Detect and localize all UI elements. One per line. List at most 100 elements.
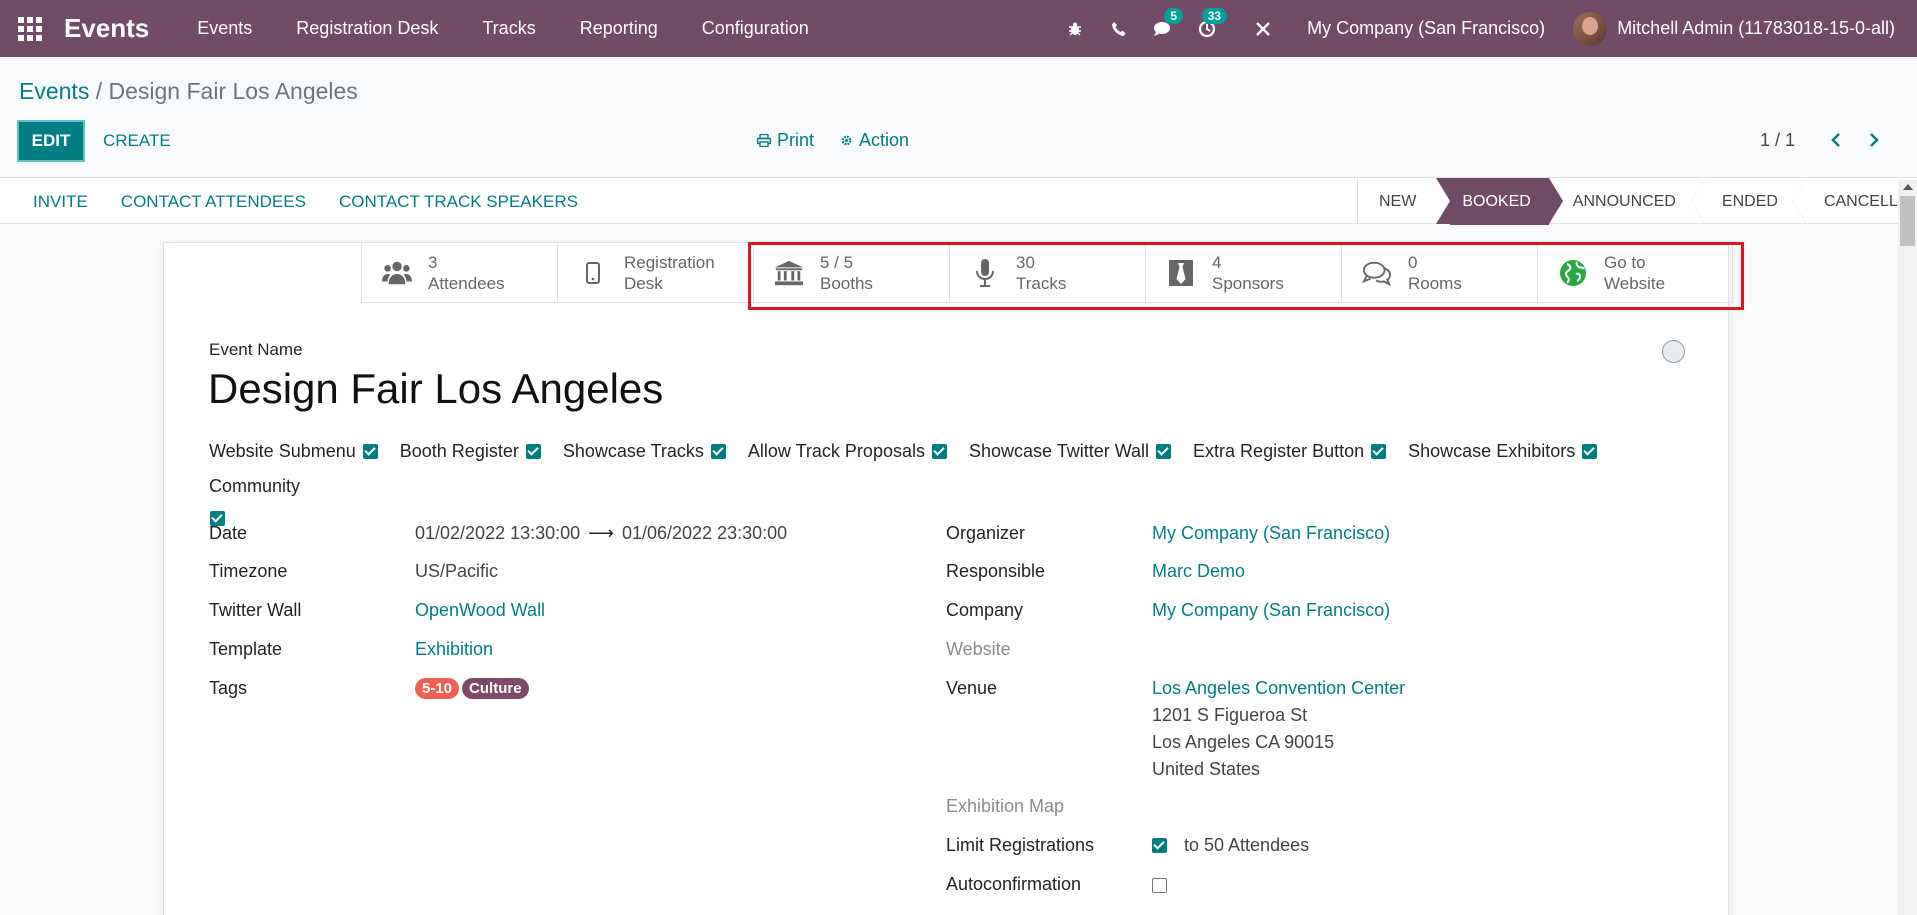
form-statusbar: INVITE CONTACT ATTENDEES CONTACT TRACK S… xyxy=(0,177,1917,225)
company-link[interactable]: My Company (San Francisco) xyxy=(1152,600,1390,621)
booths-smart-button[interactable]: 5 / 5 Booths xyxy=(753,243,949,303)
twitter-wall-link[interactable]: OpenWood Wall xyxy=(415,600,545,621)
contact-track-speakers-button[interactable]: CONTACT TRACK SPEAKERS xyxy=(322,192,594,212)
responsible-label: Responsible xyxy=(946,561,1046,581)
organizer-label: Organizer xyxy=(946,523,1026,543)
timezone-value[interactable]: US/Pacific xyxy=(415,561,498,582)
pager-next-button[interactable] xyxy=(1862,126,1886,154)
checkbox-showcase-exhibitors[interactable] xyxy=(1582,444,1598,459)
limit-registrations-text[interactable]: to 50 Attendees xyxy=(1184,835,1309,856)
messages-icon[interactable]: 5 xyxy=(1141,0,1185,57)
autoconfirmation-checkbox[interactable] xyxy=(1152,878,1167,893)
stage-ended[interactable]: ENDED xyxy=(1692,178,1794,225)
checkbox-website-submenu[interactable] xyxy=(362,444,378,459)
activities-icon[interactable]: 33 xyxy=(1185,0,1229,57)
pager-previous-button[interactable] xyxy=(1824,126,1848,154)
breadcrumb: Events / Design Fair Los Angeles xyxy=(19,78,358,105)
template-label: Template xyxy=(209,639,283,659)
apps-menu-icon[interactable] xyxy=(18,16,42,41)
tracks-label: Tracks xyxy=(1016,274,1067,293)
bank-icon xyxy=(774,257,804,289)
registration-desk-line2: Desk xyxy=(624,274,663,293)
debug-tools-icon[interactable] xyxy=(1241,0,1285,57)
user-name: Mitchell Admin (11783018-15-0-all) xyxy=(1617,18,1895,38)
checkbox-showcase-tracks[interactable] xyxy=(710,444,726,459)
checkbox-booth-register[interactable] xyxy=(525,444,541,459)
organizer-link[interactable]: My Company (San Francisco) xyxy=(1152,523,1390,544)
template-link[interactable]: Exhibition xyxy=(415,639,493,660)
tags-list: 5-10 Culture xyxy=(415,677,532,699)
rooms-label: Rooms xyxy=(1408,274,1462,293)
limit-registrations-checkbox[interactable] xyxy=(1152,838,1167,853)
attendees-smart-button[interactable]: 3 Attendees xyxy=(361,243,557,303)
checkbox-extra-register-button[interactable] xyxy=(1371,444,1387,459)
tag-badge[interactable]: 5-10 xyxy=(415,678,460,699)
breadcrumb-separator: / xyxy=(89,78,109,104)
responsible-link[interactable]: Marc Demo xyxy=(1152,561,1245,582)
flag-booth-register: Booth Register xyxy=(400,441,541,462)
breadcrumb-events[interactable]: Events xyxy=(19,78,89,104)
scroll-thumb[interactable] xyxy=(1900,196,1915,246)
contact-attendees-button[interactable]: CONTACT ATTENDEES xyxy=(104,192,322,212)
top-navbar: Events Events Registration Desk Tracks R… xyxy=(0,0,1917,57)
venue-link[interactable]: Los Angeles Convention Center xyxy=(1152,678,1405,699)
user-menu[interactable]: Mitchell Admin (11783018-15-0-all) xyxy=(1573,11,1917,46)
flag-label: Showcase Twitter Wall xyxy=(968,441,1150,461)
menu-tracks[interactable]: Tracks xyxy=(460,18,557,39)
action-button[interactable]: Action xyxy=(840,130,909,151)
checkbox-allow-track-proposals[interactable] xyxy=(931,444,947,459)
avatar xyxy=(1573,11,1608,46)
go-to-website-smart-button[interactable]: Go to Website xyxy=(1537,243,1733,303)
event-name-label: Event Name xyxy=(209,340,303,359)
limit-registrations-label: Limit Registrations xyxy=(946,835,1095,855)
stage-pipeline: NEW BOOKED ANNOUNCED ENDED CANCELLED xyxy=(1357,178,1917,225)
print-button[interactable]: Print xyxy=(757,130,814,151)
invite-button[interactable]: INVITE xyxy=(0,192,104,212)
checkbox-showcase-twitter-wall[interactable] xyxy=(1156,444,1172,459)
sponsors-smart-button[interactable]: 4 Sponsors xyxy=(1145,243,1341,303)
users-icon xyxy=(382,257,412,289)
stage-announced[interactable]: ANNOUNCED xyxy=(1563,178,1692,225)
registration-desk-smart-button[interactable]: Registration Desk xyxy=(557,243,753,303)
tag-badge[interactable]: Culture xyxy=(462,678,529,699)
sponsors-count: 4 xyxy=(1212,253,1222,272)
company-switcher[interactable]: My Company (San Francisco) xyxy=(1285,18,1573,39)
stage-booked[interactable]: BOOKED xyxy=(1436,178,1564,225)
website-line1: Go to xyxy=(1604,253,1646,272)
timezone-label: Timezone xyxy=(209,561,288,581)
mobile-icon xyxy=(578,257,608,289)
bug-icon[interactable] xyxy=(1053,0,1097,57)
menu-reporting[interactable]: Reporting xyxy=(558,18,680,39)
booths-count: 5 / 5 xyxy=(820,253,854,272)
menu-events[interactable]: Events xyxy=(175,18,274,39)
messages-badge: 5 xyxy=(1164,8,1184,24)
flag-label: Extra Register Button xyxy=(1193,441,1365,461)
pager-value[interactable]: 1 / 1 xyxy=(1760,130,1795,151)
scroll-up-arrow[interactable] xyxy=(1903,184,1913,190)
edit-button[interactable]: EDIT xyxy=(17,120,85,162)
stage-new[interactable]: NEW xyxy=(1358,178,1436,225)
flag-allow-track-proposals: Allow Track Proposals xyxy=(748,441,947,462)
phone-icon[interactable] xyxy=(1097,0,1141,57)
date-start[interactable]: 01/02/2022 13:30:00 xyxy=(415,523,580,543)
tags-label: Tags xyxy=(209,678,248,698)
menu-registration-desk[interactable]: Registration Desk xyxy=(274,18,460,39)
create-button[interactable]: CREATE xyxy=(103,120,171,162)
form-sheet: 3 Attendees Registration Desk 5 / 5 Booths … xyxy=(163,242,1733,915)
menu-configuration[interactable]: Configuration xyxy=(680,18,831,39)
tracks-smart-button[interactable]: 30 Tracks xyxy=(949,243,1145,303)
company-label: Company xyxy=(946,600,1024,620)
globe-icon xyxy=(1558,257,1588,289)
date-end[interactable]: 01/06/2022 23:30:00 xyxy=(622,523,787,543)
exhibition-map-label: Exhibition Map xyxy=(946,796,1065,816)
kanban-state-indicator[interactable] xyxy=(1662,340,1685,363)
page-scrollbar[interactable] xyxy=(1898,180,1917,915)
event-name[interactable]: Design Fair Los Angeles xyxy=(208,365,663,413)
rooms-count: 0 xyxy=(1408,253,1418,272)
date-label: Date xyxy=(209,523,248,543)
app-brand[interactable]: Events xyxy=(64,13,149,44)
rooms-smart-button[interactable]: 0 Rooms xyxy=(1341,243,1537,303)
limit-registrations-value: to 50 Attendees xyxy=(1152,835,1309,856)
attendees-label: Attendees xyxy=(428,274,505,293)
date-range[interactable]: 01/02/2022 13:30:00 ⟶ 01/06/2022 23:30:00 xyxy=(415,523,787,544)
